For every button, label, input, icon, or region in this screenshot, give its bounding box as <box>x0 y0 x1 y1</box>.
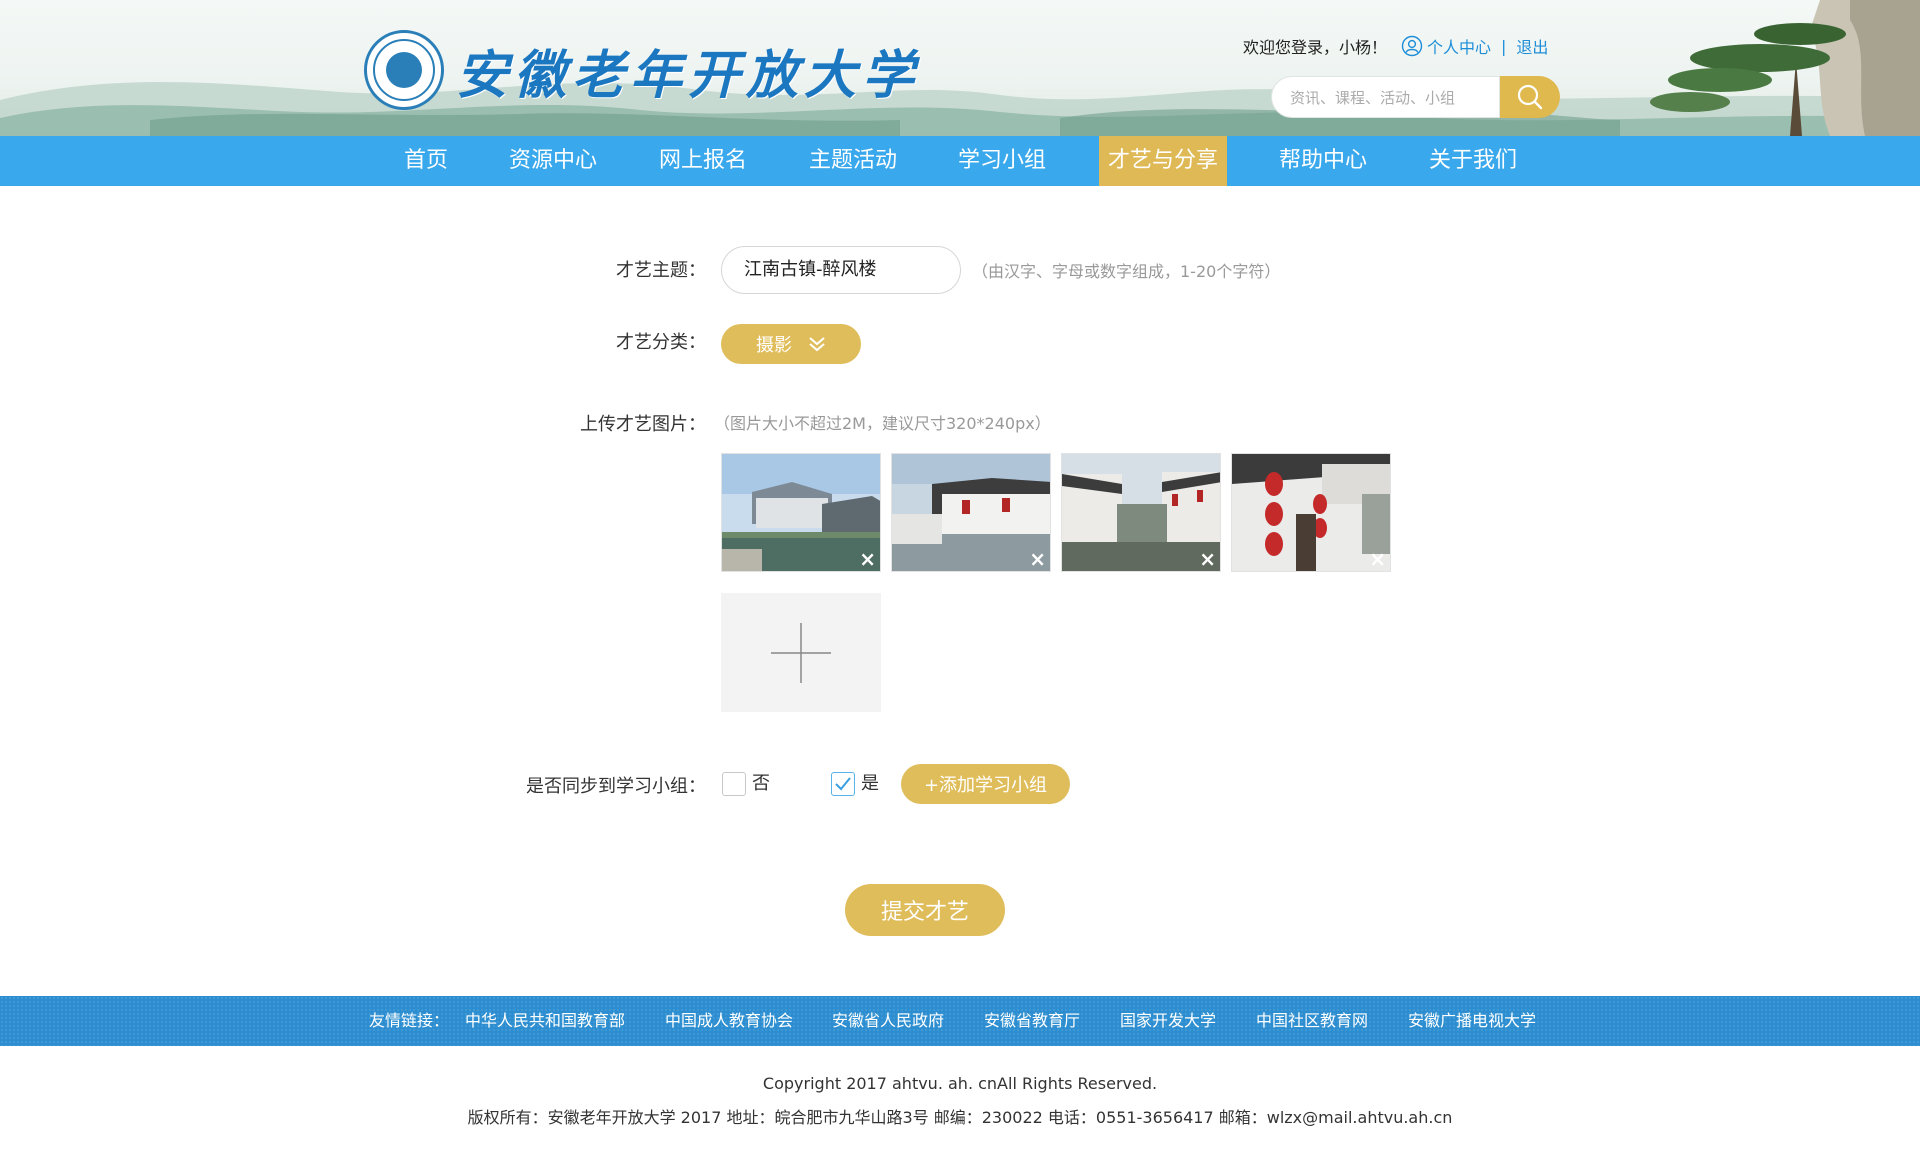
sync-no-label: 否 <box>752 773 770 794</box>
upload-label: 上传才艺图片： <box>580 414 706 435</box>
site-header: 安徽老年开放大学 欢迎您登录，小杨！ 个人中心 | 退出 资讯、课程、活动、小组 <box>0 0 1920 136</box>
category-value: 摄影 <box>756 335 792 356</box>
friend-link-anhui-tvu[interactable]: 安徽广播电视大学 <box>1408 996 1536 1046</box>
add-image-button[interactable] <box>721 593 881 712</box>
category-select[interactable]: 摄影 <box>721 324 861 364</box>
uploaded-image-1[interactable]: × <box>721 453 881 572</box>
upload-hint: （图片大小不超过2M，建议尺寸320*240px） <box>714 414 1051 433</box>
sync-yes-checkbox[interactable] <box>831 772 855 796</box>
friend-link-moe[interactable]: 中华人民共和国教育部 <box>465 996 625 1046</box>
topic-input[interactable]: 江南古镇-醉风楼 <box>721 246 961 294</box>
delete-image-3-button[interactable]: × <box>1199 549 1216 569</box>
uploaded-image-3[interactable]: × <box>1061 453 1221 572</box>
submit-talent-button[interactable]: 提交才艺 <box>845 884 1005 936</box>
nav-activities[interactable]: 主题活动 <box>798 136 908 186</box>
sync-label: 是否同步到学习小组： <box>526 776 706 797</box>
sync-no-checkbox[interactable] <box>722 772 746 796</box>
friend-links-label: 友情链接： <box>369 1011 450 1030</box>
red-lanterns-photo <box>1232 454 1390 571</box>
university-seal-icon <box>364 30 444 110</box>
friend-link-community-edu[interactable]: 中国社区教育网 <box>1256 996 1368 1046</box>
water-town-photo <box>892 454 1050 571</box>
friend-links-bar: 友情链接： 中华人民共和国教育部 中国成人教育协会 安徽省人民政府 安徽省教育厅… <box>0 996 1920 1046</box>
water-town-photo <box>1062 454 1220 571</box>
user-bar: 欢迎您登录，小杨！ 个人中心 | 退出 <box>1243 34 1548 58</box>
uploaded-image-2[interactable]: × <box>891 453 1051 572</box>
delete-image-4-button[interactable]: × <box>1369 549 1386 569</box>
water-town-photo <box>722 454 880 571</box>
nav-home[interactable]: 首页 <box>388 136 464 186</box>
search-bar: 资讯、课程、活动、小组 <box>1271 76 1560 118</box>
topic-hint: （由汉字、字母或数字组成，1-20个字符） <box>972 262 1281 281</box>
category-label: 才艺分类： <box>616 332 706 353</box>
user-icon <box>1401 35 1423 57</box>
checkmark-icon <box>835 777 851 791</box>
plus-icon <box>771 622 831 683</box>
logout-link[interactable]: 退出 <box>1516 34 1548 58</box>
search-icon <box>1517 84 1543 110</box>
copyright-text: Copyright 2017 ahtvu. ah. cnAll Rights R… <box>762 1074 1158 1093</box>
delete-image-1-button[interactable]: × <box>859 549 876 569</box>
friend-link-anhui-gov[interactable]: 安徽省人民政府 <box>832 996 944 1046</box>
footer-info-text: 版权所有：安徽老年开放大学 2017 地址：皖合肥市九华山路3号 邮编：2300… <box>467 1108 1453 1127</box>
friend-link-anhui-edu[interactable]: 安徽省教育厅 <box>984 996 1080 1046</box>
friend-link-open-univ[interactable]: 国家开发大学 <box>1120 996 1216 1046</box>
nav-resources[interactable]: 资源中心 <box>498 136 608 186</box>
topic-label: 才艺主题： <box>616 260 706 281</box>
add-study-group-button[interactable]: +添加学习小组 <box>901 764 1070 804</box>
link-separator: | <box>1501 36 1507 56</box>
search-button[interactable] <box>1500 76 1560 118</box>
personal-center-link[interactable]: 个人中心 <box>1401 34 1491 58</box>
nav-about[interactable]: 关于我们 <box>1418 136 1528 186</box>
nav-talent-share[interactable]: 才艺与分享 <box>1099 136 1227 186</box>
welcome-text: 欢迎您登录，小杨！ <box>1243 38 1388 57</box>
friend-link-adult-edu[interactable]: 中国成人教育协会 <box>665 996 793 1046</box>
personal-center-label: 个人中心 <box>1427 38 1492 57</box>
double-chevron-down-icon <box>809 337 825 352</box>
mountain-scenery-image <box>0 0 1920 136</box>
site-logo[interactable]: 安徽老年开放大学 <box>364 30 920 110</box>
nav-study-groups[interactable]: 学习小组 <box>947 136 1057 186</box>
uploaded-image-4[interactable]: × <box>1231 453 1391 572</box>
sync-yes-label: 是 <box>861 773 879 794</box>
site-title: 安徽老年开放大学 <box>456 44 921 106</box>
main-nav: 首页 资源中心 网上报名 主题活动 学习小组 才艺与分享 帮助中心 关于我们 <box>0 136 1920 186</box>
nav-help[interactable]: 帮助中心 <box>1268 136 1378 186</box>
search-input[interactable]: 资讯、课程、活动、小组 <box>1271 76 1500 118</box>
nav-registration[interactable]: 网上报名 <box>648 136 758 186</box>
delete-image-2-button[interactable]: × <box>1029 549 1046 569</box>
